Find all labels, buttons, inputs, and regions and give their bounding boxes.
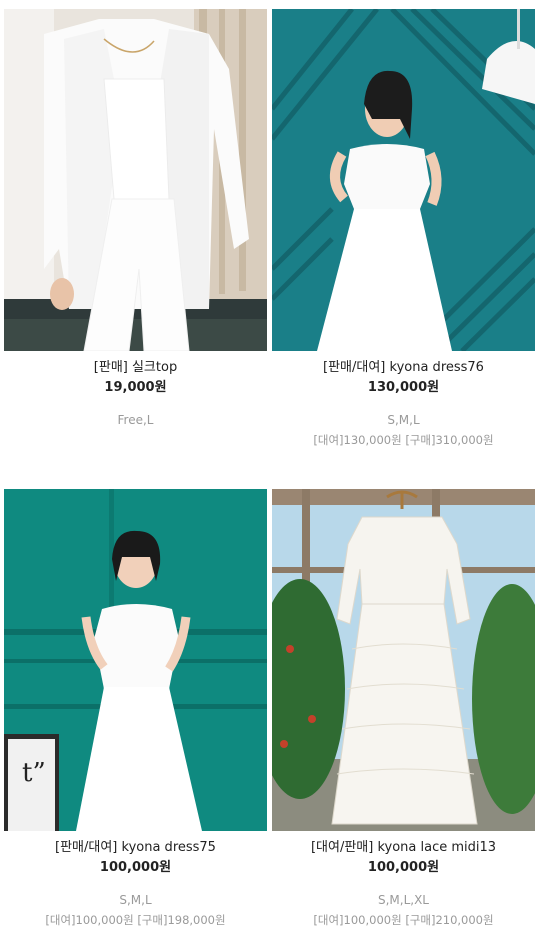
product-card[interactable]: [판매] 실크top 19,000원 Free,L — [4, 9, 267, 449]
product-name[interactable]: [대여/판매] kyona lace midi13 — [272, 839, 535, 857]
product-price: 100,000원 — [367, 860, 440, 875]
product-card[interactable]: t” [판매/대여] kyona dress75 100,000원 S,M,L … — [4, 489, 267, 929]
product-photo-silk-top — [4, 9, 267, 351]
product-name[interactable]: [판매/대여] kyona dress75 — [4, 839, 267, 857]
product-rental-price: [대여]100,000원 [구매]198,000원 — [45, 913, 226, 927]
product-photo-dress75: t” — [4, 489, 267, 831]
product-rental-price — [4, 431, 267, 449]
product-rental-price: [대여]130,000원 [구매]310,000원 — [313, 433, 494, 447]
product-card[interactable]: [대여/판매] kyona lace midi13 100,000원 S,M,L… — [272, 489, 535, 929]
product-sizes: S,M,L,XL — [377, 893, 429, 907]
product-price: 19,000원 — [104, 380, 167, 395]
product-image[interactable] — [272, 489, 535, 831]
product-grid: [판매] 실크top 19,000원 Free,L [판매/대여] kyona … — [0, 0, 540, 939]
product-photo-dress76 — [272, 9, 535, 351]
product-name[interactable]: [판매/대여] kyona dress76 — [272, 359, 535, 377]
product-rental-price: [대여]100,000원 [구매]210,000원 — [313, 913, 494, 927]
product-sizes: S,M,L — [119, 893, 152, 907]
product-image[interactable]: t” — [4, 489, 267, 831]
product-name[interactable]: [판매] 실크top — [4, 359, 267, 377]
product-card[interactable]: [판매/대여] kyona dress76 130,000원 S,M,L [대여… — [272, 9, 535, 449]
product-price: 100,000원 — [99, 860, 172, 875]
product-sizes: S,M,L — [387, 413, 420, 427]
product-photo-lace-midi13 — [272, 489, 535, 831]
product-image[interactable] — [4, 9, 267, 351]
product-price: 130,000원 — [367, 380, 440, 395]
product-sizes: Free,L — [117, 413, 154, 427]
product-image[interactable] — [272, 9, 535, 351]
svg-text:t”: t” — [22, 758, 46, 788]
